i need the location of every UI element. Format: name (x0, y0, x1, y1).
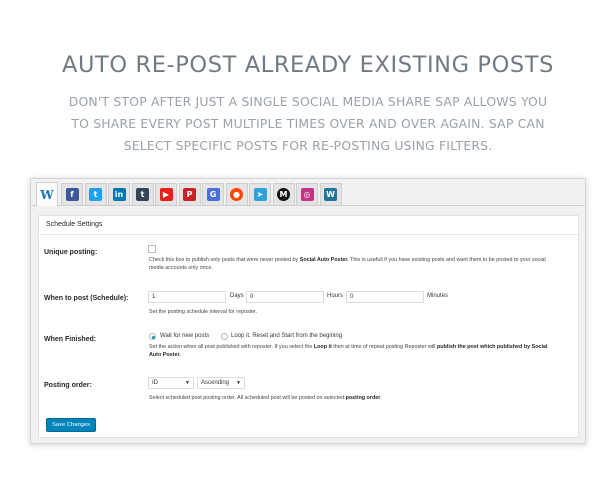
schedule-hours-input[interactable]: 0 (246, 291, 324, 303)
tab-medium[interactable]: M (272, 183, 295, 205)
tab-instagram[interactable]: ◎ (296, 183, 318, 205)
tab-wordpress[interactable]: W (319, 183, 342, 205)
posting-order-direction-value: Ascending (201, 380, 230, 386)
description-line-3: SELECT SPECIFIC POSTS FOR RE-POSTING USI… (123, 138, 493, 153)
days-unit: Days (230, 293, 244, 299)
tab-reddit[interactable]: ● (225, 183, 248, 205)
linkedin-icon: in (112, 188, 126, 201)
telegram-icon: ➤ (253, 188, 267, 201)
wait-for-new-posts-label[interactable]: Wait for new posts (160, 333, 209, 339)
posting-order-by-select[interactable]: ID ▼ (148, 377, 194, 389)
headline-title: AUTO RE-POST ALREADY EXISTING POSTS (62, 52, 554, 78)
tab-telegram[interactable]: ➤ (249, 183, 271, 205)
youtube-icon: ▶ (159, 188, 173, 201)
general-w-icon: W (40, 187, 54, 202)
posting-order-description: Select scheduled post posting order. All… (149, 395, 382, 401)
loop-it-label[interactable]: Loop it. Reset and Start from the begini… (231, 333, 342, 339)
when-finished-label: When Finished: (44, 336, 97, 343)
tumblr-icon: t (136, 188, 149, 201)
schedule-interval-description: Set the posting schedule interval for re… (149, 309, 258, 315)
twitter-icon: t (89, 188, 102, 201)
unique-posting-description: Check this box to publish only posts tha… (149, 257, 546, 271)
loop-it-radio[interactable] (221, 333, 228, 340)
facebook-icon: f (65, 188, 79, 201)
chevron-down-icon: ▼ (236, 380, 241, 386)
gmb-icon: G (206, 188, 220, 201)
tab-gmb[interactable]: G (202, 183, 224, 205)
description-line-2: TO SHARE EVERY POST MULTIPLE TIMES OVER … (71, 116, 545, 131)
tab-youtube[interactable]: ▶ (155, 183, 177, 205)
posting-order-direction-select[interactable]: Ascending ▼ (197, 377, 245, 389)
schedule-minutes-input[interactable]: 0 (346, 291, 424, 303)
unique-posting-label: Unique posting: (44, 249, 98, 256)
tab-pinterest[interactable]: P (178, 183, 201, 205)
posting-order-label: Posting order: (44, 382, 92, 389)
network-tabbar: Wf t in t ▶ P G ● ➤ M ◎ W (31, 179, 585, 206)
instagram-icon: ◎ (300, 188, 314, 201)
description-line-1: DON'T STOP AFTER JUST A SINGLE SOCIAL ME… (68, 94, 548, 109)
save-changes-button[interactable]: Save Changes (46, 418, 96, 432)
chevron-down-icon: ▼ (185, 380, 190, 386)
schedule-settings-box: Schedule Settings (38, 215, 579, 438)
schedule-days-input[interactable]: 1 (148, 291, 226, 303)
wordpress-icon: W (324, 188, 337, 201)
medium-icon: M (277, 188, 290, 201)
tab-linkedin[interactable]: in (108, 183, 130, 205)
tab-facebook[interactable]: f (61, 183, 83, 205)
headline-description: DON'T STOP AFTER JUST A SINGLE SOCIAL ME… (30, 91, 586, 157)
tab-twitter[interactable]: t (84, 183, 107, 205)
pinterest-icon: P (183, 188, 196, 201)
posting-order-by-value: ID (152, 380, 158, 386)
schedule-settings-title: Schedule Settings (39, 216, 578, 235)
when-finished-description: Set the action when all post published w… (149, 344, 548, 358)
unique-posting-checkbox[interactable] (148, 245, 156, 253)
when-to-post-label: When to post (Schedule): (44, 295, 129, 302)
wait-for-new-posts-radio[interactable] (149, 333, 156, 340)
hours-unit: Hours (327, 293, 344, 299)
reddit-icon: ● (230, 188, 243, 201)
minutes-unit: Minutes (427, 293, 449, 299)
tab-general-w[interactable]: W (36, 182, 58, 206)
tab-tumblr[interactable]: t (131, 183, 154, 205)
